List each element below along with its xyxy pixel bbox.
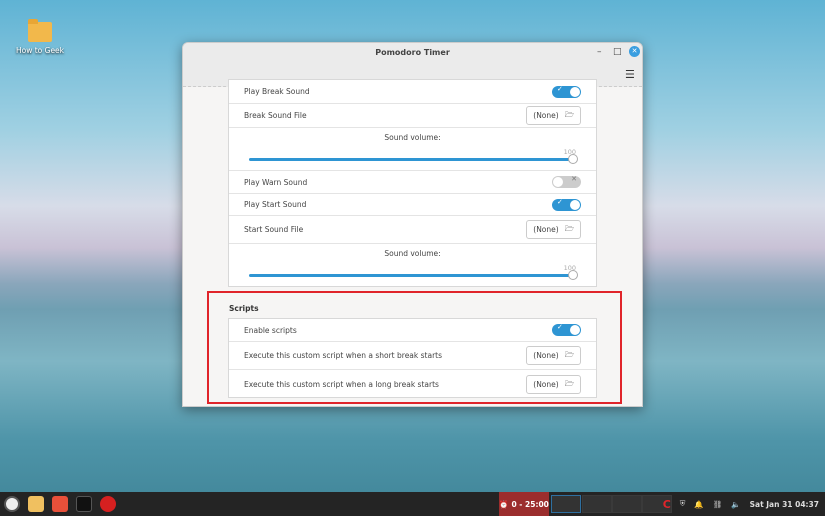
play-start-sound-label: Play Start Sound xyxy=(244,200,307,209)
minimize-button[interactable]: – xyxy=(597,47,602,57)
task-pomodoro[interactable] xyxy=(551,495,581,513)
network-icon[interactable]: ⛓ xyxy=(713,500,723,509)
start-volume-slider-handle[interactable] xyxy=(568,270,578,280)
play-break-sound-row: Play Break Sound ✓ xyxy=(229,80,596,104)
break-volume-slider-handle[interactable] xyxy=(568,154,578,164)
break-sound-file-row: Break Sound File (None) 🗁 xyxy=(229,104,596,128)
start-volume-label: Sound volume: xyxy=(384,249,441,258)
hamburger-menu-icon[interactable]: ☰ xyxy=(625,68,635,81)
taskbar: ⏰ 0 - 25:00 C ⛨ 🔔 ⛓ 🔈 Sat Jan 31 04:37 xyxy=(0,492,825,516)
start-sound-file-row: Start Sound File (None) 🗁 xyxy=(229,216,596,244)
folder-open-icon: 🗁 xyxy=(564,110,574,119)
timer-text: 0 - 25:00 xyxy=(511,499,549,509)
start-volume-section: Sound volume: 100 xyxy=(229,244,596,287)
start-sound-file-label: Start Sound File xyxy=(244,225,304,234)
start-volume-slider[interactable] xyxy=(249,274,574,277)
desktop-icon-how-to-geek[interactable]: How to Geek xyxy=(14,19,66,55)
window-title: Pomodoro Timer xyxy=(375,48,450,57)
play-warn-sound-row: Play Warn Sound ✕ xyxy=(229,171,596,194)
close-button[interactable]: ✕ xyxy=(629,46,640,57)
volume-icon[interactable]: 🔈 xyxy=(731,500,740,509)
shield-icon[interactable]: ⛨ xyxy=(680,499,686,509)
play-start-sound-toggle[interactable]: ✓ xyxy=(552,198,581,211)
start-sound-file-button[interactable]: (None) 🗁 xyxy=(526,220,581,239)
play-break-sound-label: Play Break Sound xyxy=(244,87,310,96)
play-warn-sound-toggle[interactable]: ✕ xyxy=(552,175,581,188)
system-tray: C ⛨ 🔔 ⛓ 🔈 Sat Jan 31 04:37 xyxy=(663,492,825,516)
folder-open-icon: 🗁 xyxy=(564,224,574,233)
break-sound-file-label: Break Sound File xyxy=(244,111,307,120)
maximize-button[interactable]: □ xyxy=(613,47,622,57)
pomodoro-timer-applet[interactable]: ⏰ 0 - 25:00 xyxy=(499,492,549,516)
mint-menu-icon[interactable] xyxy=(4,496,20,512)
break-volume-slider[interactable] xyxy=(249,158,574,161)
desktop-icon-label: How to Geek xyxy=(15,46,65,55)
files-icon[interactable] xyxy=(28,496,44,512)
bell-icon[interactable]: 🔔 xyxy=(694,500,703,509)
folder-icon xyxy=(28,19,52,42)
update-manager-icon[interactable] xyxy=(52,496,68,512)
alarm-clock-icon: ⏰ xyxy=(499,499,509,509)
play-start-sound-row: Play Start Sound ✓ xyxy=(229,194,596,216)
break-sound-file-button[interactable]: (None) 🗁 xyxy=(526,106,581,125)
tomato-icon[interactable] xyxy=(100,496,116,512)
break-volume-label: Sound volume: xyxy=(384,133,441,142)
task-update-manager[interactable] xyxy=(612,495,642,513)
start-sound-file-value: (None) xyxy=(533,225,559,234)
play-break-sound-toggle[interactable]: ✓ xyxy=(552,85,581,98)
c-app-icon[interactable]: C xyxy=(663,498,671,511)
task-terminal[interactable] xyxy=(582,495,612,513)
break-volume-section: Sound volume: 100 xyxy=(229,128,596,171)
highlight-box xyxy=(207,291,622,404)
break-sound-file-value: (None) xyxy=(533,111,559,120)
terminal-icon[interactable] xyxy=(76,496,92,512)
sounds-card: Play Break Sound ✓ Break Sound File (Non… xyxy=(228,79,597,287)
clock[interactable]: Sat Jan 31 04:37 xyxy=(750,500,819,509)
play-warn-sound-label: Play Warn Sound xyxy=(244,177,308,187)
